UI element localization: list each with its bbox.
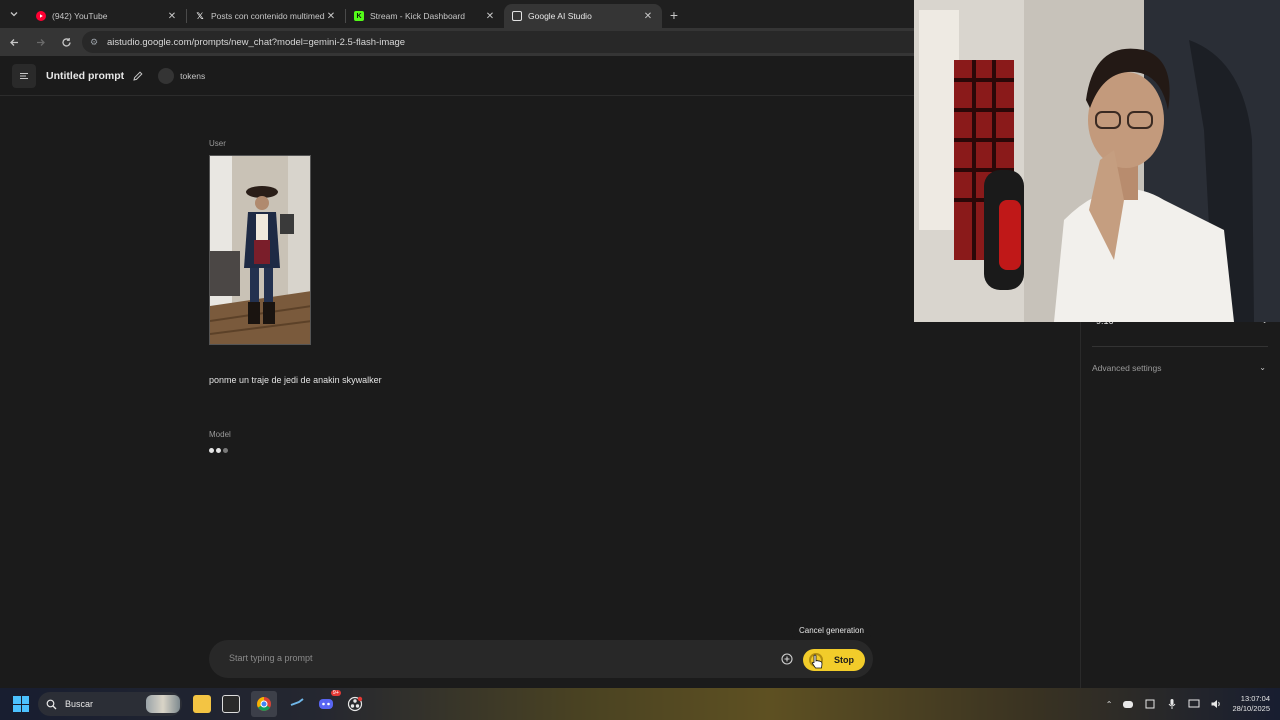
page-title: Untitled prompt xyxy=(46,69,125,82)
back-button[interactable] xyxy=(2,30,26,54)
webcam-streamer-image xyxy=(914,0,1280,322)
tab-title: Stream - Kick Dashboard xyxy=(370,11,465,21)
close-icon[interactable]: ✕ xyxy=(484,11,496,22)
volume-icon[interactable] xyxy=(1210,698,1222,710)
tab-youtube[interactable]: (942) YouTube ✕ xyxy=(28,4,186,28)
close-icon[interactable]: ✕ xyxy=(166,11,178,22)
chevron-up-icon[interactable]: ⌃ xyxy=(1106,700,1113,709)
windows-logo-pane xyxy=(13,696,21,704)
chrome-icon[interactable] xyxy=(251,691,277,717)
discord-logo xyxy=(319,699,333,709)
hand-cursor-icon xyxy=(811,654,823,669)
tab-title: (942) YouTube xyxy=(52,11,108,21)
chevron-down-icon xyxy=(10,12,18,17)
file-explorer-icon[interactable] xyxy=(193,695,211,713)
loading-indicator xyxy=(209,448,228,453)
tab-google-ai-studio[interactable]: Google AI Studio ✕ xyxy=(504,4,662,28)
reload-icon xyxy=(61,37,71,47)
close-icon[interactable]: ✕ xyxy=(325,11,337,22)
reload-button[interactable] xyxy=(54,30,78,54)
microsoft-store-icon[interactable] xyxy=(222,695,240,713)
advanced-settings-toggle[interactable]: Advanced settings ⌄ xyxy=(1092,363,1266,373)
system-tray: ⌃ 13:07:04 28/10/2025 xyxy=(1106,688,1270,720)
forward-button[interactable] xyxy=(28,30,52,54)
tab-search-button[interactable] xyxy=(0,0,28,28)
close-icon[interactable]: ✕ xyxy=(642,11,654,22)
loading-dot xyxy=(209,448,214,453)
obs-icon[interactable] xyxy=(346,695,364,713)
windows-logo-pane xyxy=(21,696,29,704)
steam-logo xyxy=(290,698,304,706)
microphone-icon[interactable] xyxy=(1166,698,1178,710)
ai-studio-icon xyxy=(512,11,522,21)
search-icon xyxy=(46,699,57,709)
discord-badge: 9+ xyxy=(330,690,341,696)
tab-kick-dashboard[interactable]: K Stream - Kick Dashboard ✕ xyxy=(346,4,504,28)
windows-start-button[interactable] xyxy=(13,696,29,712)
sidebar-toggle-button[interactable] xyxy=(12,63,36,88)
windows-taskbar: Buscar 9+ ⌃ 13:07:04 28/10/2025 xyxy=(0,688,1280,720)
discord-tray-icon[interactable] xyxy=(1122,698,1134,710)
divider xyxy=(1092,346,1268,347)
search-highlight-image xyxy=(146,695,180,713)
prompt-input[interactable]: Start typing a prompt xyxy=(229,653,313,663)
uploaded-image[interactable] xyxy=(209,155,311,345)
advanced-settings-label: Advanced settings xyxy=(1092,363,1162,373)
chrome-logo xyxy=(257,697,271,711)
clock-time: 13:07:04 xyxy=(1240,694,1270,703)
model-role-label: Model xyxy=(209,430,231,439)
prompt-input-bar: Start typing a prompt Stop xyxy=(209,640,873,678)
steam-icon[interactable] xyxy=(288,695,306,713)
site-info-icon[interactable]: ⚙ xyxy=(90,37,100,47)
new-tab-button[interactable]: + xyxy=(662,7,686,23)
windows-logo-pane xyxy=(21,704,29,712)
network-icon[interactable] xyxy=(1144,698,1156,710)
arrow-left-icon xyxy=(9,38,18,46)
monitor-icon[interactable] xyxy=(1188,698,1200,710)
search-label: Buscar xyxy=(65,699,94,709)
address-bar[interactable]: ⚙ aistudio.google.com/prompts/new_chat?m… xyxy=(82,31,982,53)
arrow-right-icon xyxy=(36,38,45,46)
clock-date: 28/10/2025 xyxy=(1232,704,1270,713)
youtube-icon xyxy=(36,11,46,21)
user-prompt-text: ponme un traje de jedi de anakin skywalk… xyxy=(209,375,382,385)
url-text: aistudio.google.com/prompts/new_chat?mod… xyxy=(107,36,406,48)
token-count-indicator xyxy=(158,67,175,84)
kick-icon: K xyxy=(354,11,364,21)
screen: (942) YouTube ✕ 𝕏 Posts con contenido mu… xyxy=(0,0,1280,720)
taskbar-search[interactable]: Buscar xyxy=(38,692,182,716)
stop-label: Stop xyxy=(834,655,854,665)
tab-title: Posts con contenido multimedi xyxy=(211,11,325,21)
cancel-generation-tooltip: Cancel generation xyxy=(792,623,871,638)
add-media-icon[interactable] xyxy=(781,653,793,665)
tokens-label: tokens xyxy=(180,70,206,81)
tab-title: Google AI Studio xyxy=(528,11,592,21)
chevron-down-icon: ⌄ xyxy=(1259,363,1266,372)
user-role-label: User xyxy=(209,139,226,148)
discord-icon[interactable]: 9+ xyxy=(317,690,341,713)
photo-person-costume xyxy=(210,156,310,344)
tab-x-posts[interactable]: 𝕏 Posts con contenido multimedi ✕ xyxy=(187,4,345,28)
loading-dot xyxy=(223,448,228,453)
windows-logo-pane xyxy=(13,704,21,712)
edit-icon[interactable] xyxy=(132,70,144,82)
obs-logo xyxy=(347,696,363,712)
x-icon: 𝕏 xyxy=(196,10,204,21)
loading-dot xyxy=(216,448,221,453)
clock[interactable]: 13:07:04 28/10/2025 xyxy=(1232,694,1270,714)
webcam-overlay xyxy=(914,0,1280,322)
menu-icon xyxy=(20,72,28,79)
